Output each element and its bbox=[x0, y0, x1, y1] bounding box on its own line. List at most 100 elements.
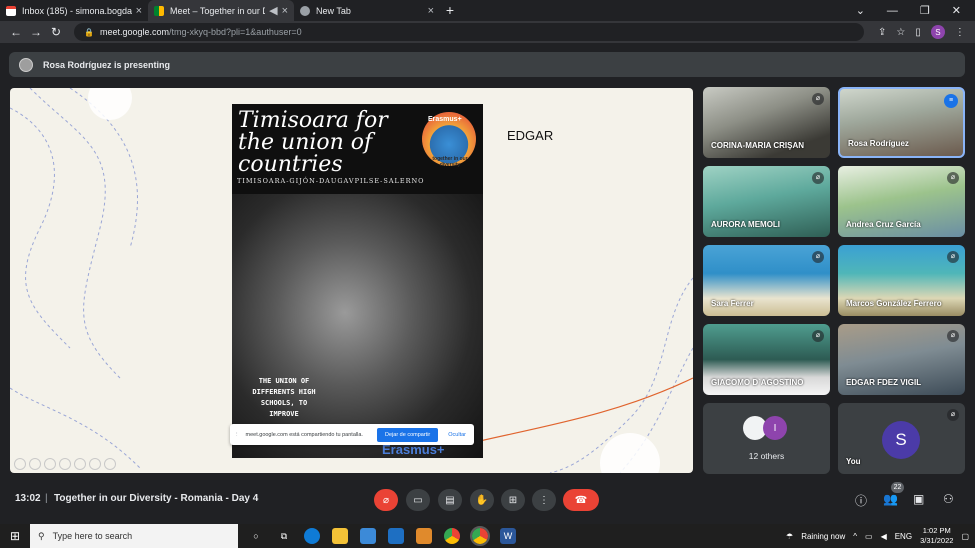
mic-toggle-button[interactable]: ⌀ bbox=[374, 489, 398, 511]
close-icon[interactable]: × bbox=[428, 5, 434, 17]
self-tile[interactable]: ⌀ S You bbox=[838, 403, 965, 474]
stop-sharing-button[interactable]: Dejar de compartir bbox=[377, 427, 439, 442]
participant-tile[interactable]: ⌀ CORINA-MARIA CRIŞAN bbox=[703, 87, 830, 158]
bookmark-star-icon[interactable]: ☆ bbox=[896, 27, 905, 38]
reload-icon[interactable]: ↻ bbox=[46, 25, 66, 39]
participant-tile[interactable]: ⌀ Sara Ferrer bbox=[703, 245, 830, 316]
chrome-icon[interactable] bbox=[470, 526, 490, 546]
url-path: /tmg-xkyq-bbd?pli=1&authuser=0 bbox=[169, 27, 302, 37]
tool-icon[interactable] bbox=[74, 458, 86, 470]
tab-title: Meet – Together in our Diver bbox=[170, 5, 265, 16]
tab-title: New Tab bbox=[316, 5, 351, 16]
participant-tile[interactable]: ⌀ GIACOMO D`AGOSTINO bbox=[703, 324, 830, 395]
participant-tile[interactable]: ⌀ Andrea Cruz García bbox=[838, 166, 965, 237]
poster: Timisoara for the union of countries Era… bbox=[232, 104, 483, 458]
taskbar-search[interactable]: ⚲ Type here to search bbox=[30, 524, 238, 548]
tab-search-icon[interactable]: ⌄ bbox=[856, 4, 865, 17]
url-field[interactable]: 🔒 meet.google.com /tmg-xkyq-bbd?pli=1&au… bbox=[74, 23, 864, 41]
mail-icon[interactable] bbox=[388, 528, 404, 544]
info-icon[interactable]: ⓘ bbox=[855, 492, 867, 509]
participant-name: GIACOMO D`AGOSTINO bbox=[711, 378, 804, 387]
participant-tile[interactable]: ≡ Rosa Rodríguez bbox=[838, 87, 965, 158]
cortana-icon[interactable]: ○ bbox=[248, 528, 264, 544]
file-explorer-icon[interactable] bbox=[332, 528, 348, 544]
store-icon[interactable] bbox=[360, 528, 376, 544]
present-button[interactable]: ⊞ bbox=[501, 489, 525, 511]
self-avatar: S bbox=[882, 421, 920, 459]
leave-call-button[interactable]: ☎ bbox=[563, 489, 599, 511]
more-options-button[interactable]: ⋮ bbox=[532, 489, 556, 511]
tool-icon[interactable] bbox=[44, 458, 56, 470]
edge-icon[interactable] bbox=[304, 528, 320, 544]
mic-off-icon: ⌀ bbox=[812, 172, 824, 184]
side-panel-icon[interactable]: ▯ bbox=[915, 27, 921, 38]
system-tray: ☂ Raining now ^ ▭ ◀ ENG 1:02 PM 3/31/202… bbox=[786, 524, 969, 548]
present-screen-icon: ⊞ bbox=[508, 494, 518, 506]
participant-name: Andrea Cruz García bbox=[846, 220, 921, 229]
forward-icon[interactable]: → bbox=[26, 25, 46, 39]
mic-off-icon: ⌀ bbox=[382, 494, 390, 506]
speaking-icon: ≡ bbox=[944, 94, 958, 108]
browser-tab-bar: Inbox (185) - simona.bogdanesc × Meet – … bbox=[0, 0, 975, 21]
participant-name: Sara Ferrer bbox=[711, 299, 754, 308]
task-view-icon[interactable]: ⧉ bbox=[276, 528, 292, 544]
close-icon[interactable]: × bbox=[282, 5, 288, 17]
camera-icon: ▭ bbox=[413, 494, 423, 506]
participant-tile[interactable]: ⌀ Marcos González Ferrero bbox=[838, 245, 965, 316]
chrome-icon[interactable] bbox=[444, 528, 460, 544]
tab-inbox[interactable]: Inbox (185) - simona.bogdanesc × bbox=[0, 0, 148, 21]
address-bar: ← → ↻ 🔒 meet.google.com /tmg-xkyq-bbd?pl… bbox=[0, 21, 975, 43]
weather-icon[interactable]: ☂ bbox=[786, 532, 793, 541]
others-tile[interactable]: I 12 others bbox=[703, 403, 830, 474]
end-call-icon: ☎ bbox=[574, 494, 588, 506]
close-icon[interactable]: × bbox=[136, 5, 142, 17]
mic-off-icon: ⌀ bbox=[947, 172, 959, 184]
weather-text[interactable]: Raining now bbox=[801, 532, 845, 541]
back-icon[interactable]: ← bbox=[6, 25, 26, 39]
app-icon[interactable] bbox=[416, 528, 432, 544]
menu-dots-icon[interactable]: ⋮ bbox=[955, 27, 965, 38]
minimize-icon[interactable]: — bbox=[887, 5, 898, 17]
clock-date: 3/31/2022 bbox=[920, 536, 954, 545]
speaker-icon[interactable]: ◀ bbox=[269, 4, 277, 17]
notifications-icon[interactable]: ▢ bbox=[961, 532, 969, 541]
chevron-up-icon[interactable]: ^ bbox=[853, 532, 857, 541]
hand-icon: ✋ bbox=[475, 494, 489, 506]
word-icon[interactable]: W bbox=[500, 528, 516, 544]
activities-icon[interactable]: ⚇ bbox=[943, 492, 954, 506]
poster-title: Timisoara for the union of countries bbox=[238, 108, 388, 177]
tool-icon[interactable] bbox=[59, 458, 71, 470]
people-icon[interactable]: 👥 bbox=[883, 492, 898, 506]
lock-icon[interactable]: 🔒 bbox=[84, 28, 94, 37]
restore-icon[interactable]: ❐ bbox=[920, 4, 930, 17]
tool-icon[interactable] bbox=[89, 458, 101, 470]
camera-toggle-button[interactable]: ▭ bbox=[406, 489, 430, 511]
new-tab-button[interactable]: + bbox=[440, 0, 460, 21]
share-icon[interactable]: ⇪ bbox=[878, 27, 886, 38]
presenting-banner: Rosa Rodríguez is presenting bbox=[9, 52, 965, 77]
windows-start-icon[interactable]: ⊞ bbox=[0, 529, 30, 543]
network-icon[interactable]: ▭ bbox=[865, 532, 873, 541]
tool-icon[interactable] bbox=[29, 458, 41, 470]
close-window-icon[interactable]: ✕ bbox=[952, 4, 961, 17]
profile-avatar[interactable]: S bbox=[930, 25, 945, 39]
people-count-badge: 22 bbox=[891, 482, 904, 493]
captions-icon: ▤ bbox=[445, 494, 455, 506]
tool-icon[interactable] bbox=[14, 458, 26, 470]
participant-tile[interactable]: ⌀ EDGAR FDEZ VIGIL bbox=[838, 324, 965, 395]
mic-off-icon: ⌀ bbox=[947, 409, 959, 421]
participant-tile[interactable]: ⌀ AURORA MEMOLI bbox=[703, 166, 830, 237]
language-indicator[interactable]: ENG bbox=[895, 532, 912, 541]
hide-button[interactable]: Ocultar bbox=[444, 432, 470, 438]
participant-name: CORINA-MARIA CRIŞAN bbox=[711, 141, 805, 150]
captions-button[interactable]: ▤ bbox=[438, 489, 462, 511]
participant-name: Rosa Rodríguez bbox=[848, 139, 909, 148]
tool-icon[interactable] bbox=[104, 458, 116, 470]
tab-new[interactable]: New Tab × bbox=[294, 0, 440, 21]
presenting-text: Rosa Rodríguez is presenting bbox=[43, 59, 171, 70]
volume-icon[interactable]: ◀ bbox=[881, 532, 887, 541]
raise-hand-button[interactable]: ✋ bbox=[470, 489, 494, 511]
chat-icon[interactable]: ▣ bbox=[913, 492, 924, 506]
clock[interactable]: 1:02 PM 3/31/2022 bbox=[920, 526, 953, 546]
tab-meet[interactable]: Meet – Together in our Diver ◀ × bbox=[148, 0, 294, 21]
